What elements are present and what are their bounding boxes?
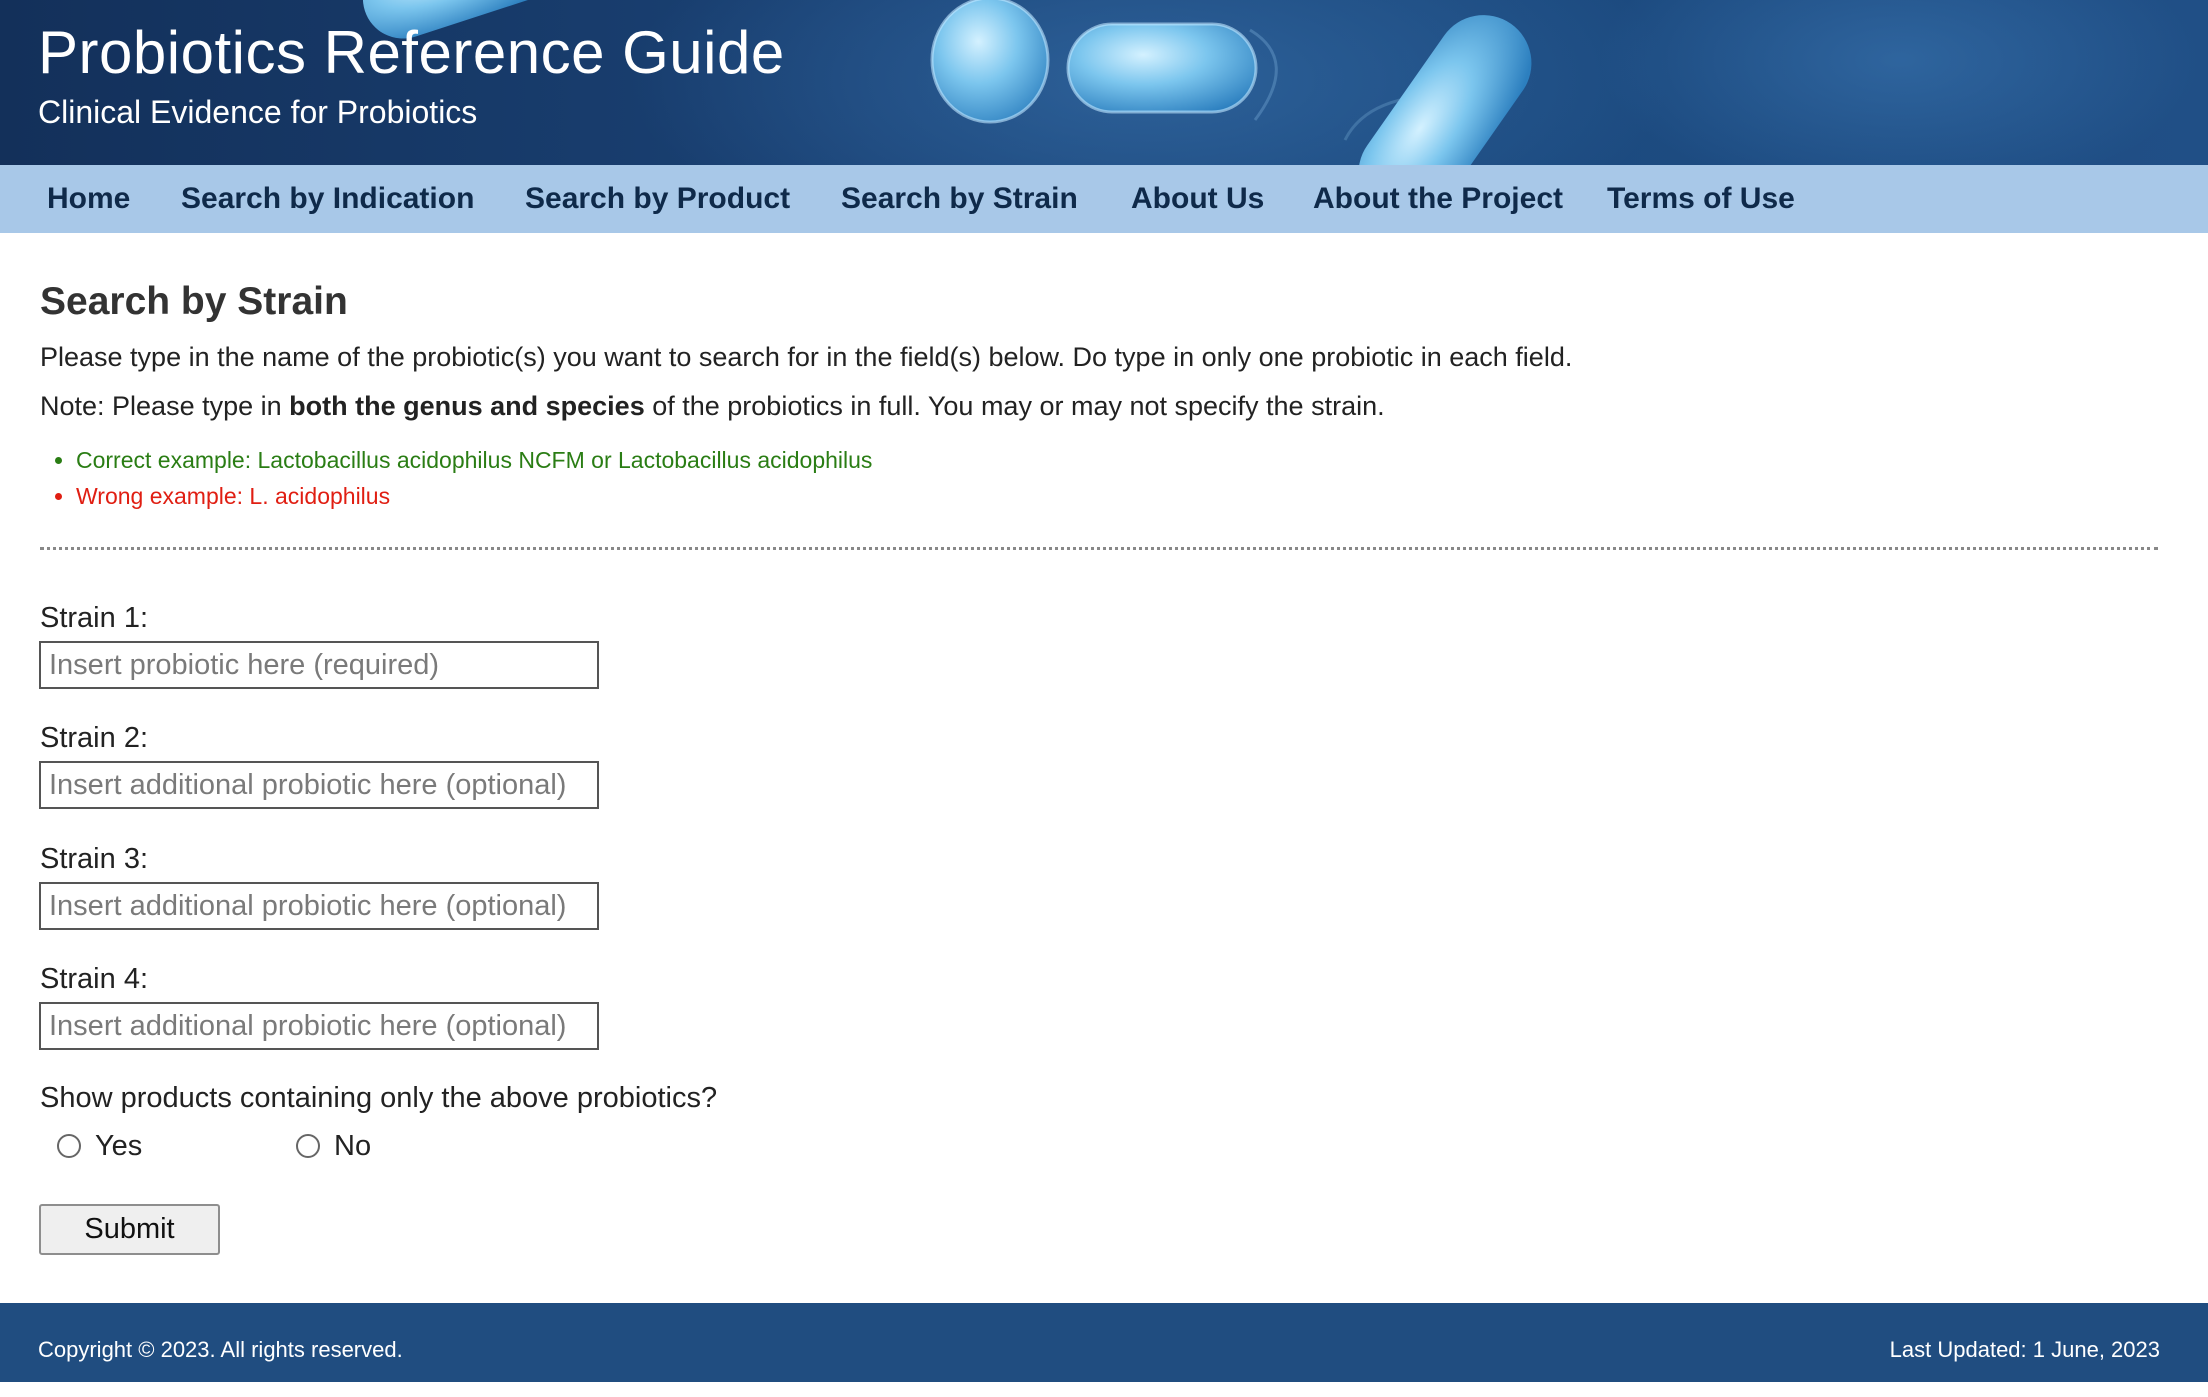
- nav-search-by-indication[interactable]: Search by Indication: [181, 165, 474, 233]
- note-text: Note: Please type in both the genus and …: [40, 391, 1385, 422]
- note-suffix: of the probiotics in full. You may or ma…: [644, 391, 1385, 421]
- strain-4-label: Strain 4:: [40, 963, 148, 995]
- radio-no[interactable]: No: [296, 1127, 371, 1165]
- only-probiotics-question: Show products containing only the above …: [40, 1082, 718, 1114]
- radio-no-label: No: [334, 1129, 372, 1162]
- nav-terms-of-use[interactable]: Terms of Use: [1607, 165, 1795, 233]
- nav-about-us[interactable]: About Us: [1131, 165, 1264, 233]
- strain-2-input[interactable]: [39, 761, 599, 809]
- intro-text: Please type in the name of the probiotic…: [40, 342, 1573, 372]
- strain-4-input[interactable]: [39, 1002, 599, 1050]
- submit-button[interactable]: Submit: [39, 1204, 220, 1255]
- page-title: Search by Strain: [40, 280, 348, 323]
- strain-3-label: Strain 3:: [40, 843, 148, 875]
- dotted-divider: [40, 547, 2158, 550]
- strain-2-label: Strain 2:: [40, 722, 148, 754]
- last-updated-text: Last Updated: 1 June, 2023: [1889, 1337, 2160, 1362]
- nav-search-by-product[interactable]: Search by Product: [525, 165, 790, 233]
- note-prefix: Note: Please type in: [40, 391, 290, 421]
- strain-1-label: Strain 1:: [40, 602, 148, 634]
- radio-no-circle[interactable]: [296, 1134, 320, 1158]
- radio-yes[interactable]: Yes: [57, 1127, 142, 1165]
- nav-search-by-strain[interactable]: Search by Strain: [841, 165, 1078, 233]
- main-nav: Home Search by Indication Search by Prod…: [0, 165, 2208, 233]
- examples-list: Correct example: Lactobacillus acidophil…: [40, 442, 872, 514]
- strain-3-input[interactable]: [39, 882, 599, 930]
- radio-yes-circle[interactable]: [57, 1134, 81, 1158]
- site-subtitle: Clinical Evidence for Probiotics: [38, 94, 478, 130]
- nav-about-the-project[interactable]: About the Project: [1313, 165, 1563, 233]
- nav-home[interactable]: Home: [47, 165, 130, 233]
- footer: Copyright © 2023. All rights reserved. L…: [0, 1303, 2208, 1382]
- radio-yes-label: Yes: [95, 1129, 143, 1162]
- correct-example: Correct example: Lactobacillus acidophil…: [76, 442, 872, 478]
- site-title: Probiotics Reference Guide: [38, 19, 785, 86]
- header-banner: Probiotics Reference Guide Clinical Evid…: [0, 0, 2208, 165]
- note-bold: both the genus and species: [289, 391, 645, 421]
- copyright-text: Copyright © 2023. All rights reserved.: [38, 1337, 403, 1362]
- wrong-example: Wrong example: L. acidophilus: [76, 478, 872, 514]
- strain-1-input[interactable]: [39, 641, 599, 689]
